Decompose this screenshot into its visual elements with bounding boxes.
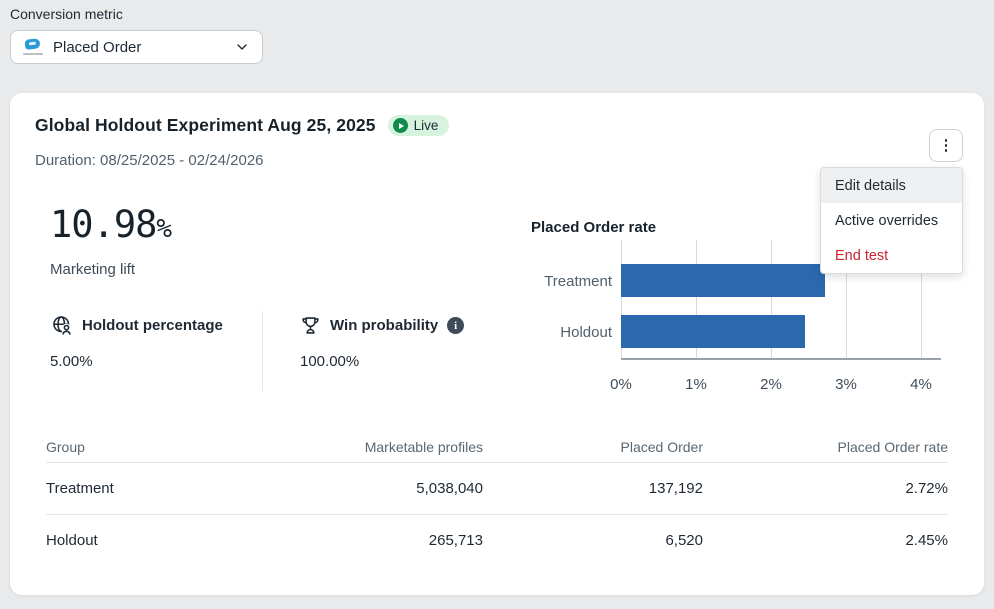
stats-divider bbox=[262, 311, 263, 391]
cell-placed-order: 6,520 bbox=[483, 514, 703, 566]
conversion-metric-label: Conversion metric bbox=[10, 6, 123, 22]
experiment-title: Global Holdout Experiment Aug 25, 2025 bbox=[35, 115, 376, 136]
holdout-percentage-label: Holdout percentage bbox=[82, 317, 223, 334]
header-group: Group bbox=[46, 433, 246, 462]
conversion-metric-select[interactable]: Placed Order bbox=[10, 30, 263, 64]
menu-item-end-test[interactable]: End test bbox=[821, 238, 962, 273]
cell-group: Holdout bbox=[46, 514, 246, 566]
conversion-metric-value: Placed Order bbox=[53, 39, 234, 56]
x-tick-label: 2% bbox=[746, 376, 796, 393]
play-icon bbox=[393, 118, 408, 133]
menu-item-edit-details[interactable]: Edit details bbox=[821, 168, 962, 203]
trophy-icon bbox=[300, 315, 321, 336]
x-tick-label: 3% bbox=[821, 376, 871, 393]
table-row-holdout: Holdout 265,713 6,520 2.45% bbox=[46, 514, 948, 566]
kebab-menu-button[interactable] bbox=[929, 129, 963, 162]
experiment-card: Global Holdout Experiment Aug 25, 2025 L… bbox=[10, 93, 984, 595]
chart-title: Placed Order rate bbox=[531, 219, 656, 236]
table-header-row: Group Marketable profiles Placed Order P… bbox=[46, 433, 948, 462]
win-probability-label: Win probability bbox=[330, 317, 438, 334]
cell-marketable-profiles: 265,713 bbox=[246, 514, 483, 566]
cell-group: Treatment bbox=[46, 462, 246, 514]
menu-item-active-overrides[interactable]: Active overrides bbox=[821, 203, 962, 238]
experiment-duration: Duration: 08/25/2025 - 02/24/2026 bbox=[35, 152, 264, 169]
x-tick-label: 1% bbox=[671, 376, 721, 393]
cell-placed-order-rate: 2.45% bbox=[703, 514, 948, 566]
globe-user-icon bbox=[52, 315, 73, 336]
marketing-lift-value: 10.98% bbox=[50, 203, 172, 246]
x-tick-label: 4% bbox=[896, 376, 946, 393]
category-label-holdout: Holdout bbox=[522, 324, 612, 341]
live-badge-label: Live bbox=[414, 118, 439, 133]
holdout-percentage-value: 5.00% bbox=[50, 353, 93, 370]
holdout-bar bbox=[621, 315, 805, 348]
cell-placed-order-rate: 2.72% bbox=[703, 462, 948, 514]
cell-placed-order: 137,192 bbox=[483, 462, 703, 514]
info-icon[interactable]: i bbox=[447, 317, 464, 334]
x-tick-label: 0% bbox=[596, 376, 646, 393]
header-placed-order: Placed Order bbox=[483, 433, 703, 462]
results-table: Group Marketable profiles Placed Order P… bbox=[46, 433, 948, 566]
win-probability-value: 100.00% bbox=[300, 353, 359, 370]
chevron-down-icon bbox=[234, 39, 250, 55]
marketing-lift-label: Marketing lift bbox=[50, 261, 135, 278]
treatment-bar bbox=[621, 264, 825, 297]
header-placed-order-rate: Placed Order rate bbox=[703, 433, 948, 462]
header-marketable-profiles: Marketable profiles bbox=[246, 433, 483, 462]
cell-marketable-profiles: 5,038,040 bbox=[246, 462, 483, 514]
context-menu: Edit details Active overrides End test bbox=[820, 167, 963, 274]
placed-order-integration-icon bbox=[23, 38, 43, 56]
live-status-badge: Live bbox=[388, 115, 450, 136]
category-label-treatment: Treatment bbox=[522, 273, 612, 290]
table-row-treatment: Treatment 5,038,040 137,192 2.72% bbox=[46, 462, 948, 514]
x-axis-line bbox=[621, 358, 941, 360]
